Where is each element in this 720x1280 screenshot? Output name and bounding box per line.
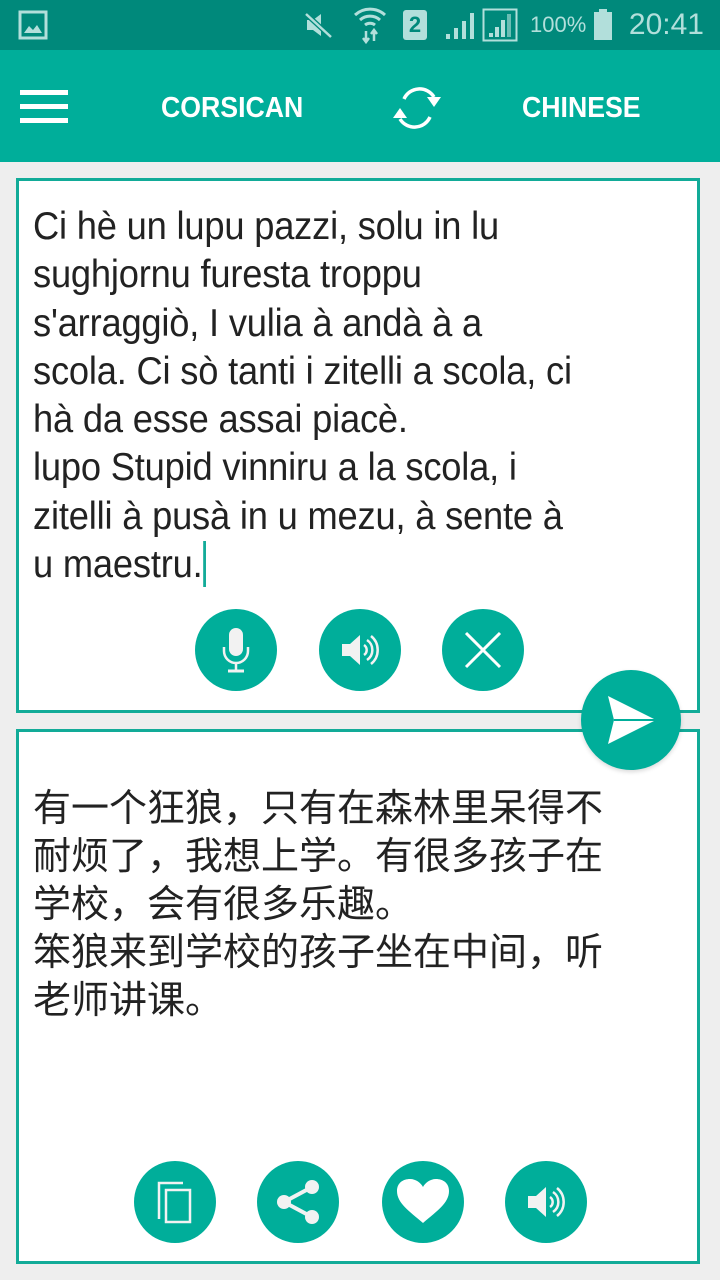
battery-icon (593, 0, 613, 50)
translate-button[interactable] (581, 670, 681, 770)
gallery-notification-icon (18, 0, 48, 50)
send-icon (608, 696, 656, 744)
microphone-icon (222, 628, 250, 673)
target-language-button[interactable]: CHINESE (522, 88, 641, 128)
status-bar: 2 100% 20:41 (0, 0, 720, 50)
close-icon (464, 631, 502, 669)
heart-icon (397, 1179, 449, 1223)
favorite-button[interactable] (382, 1161, 464, 1243)
signal-icon (444, 0, 478, 50)
speak-source-button[interactable] (319, 609, 401, 691)
clear-text-button[interactable] (442, 609, 524, 691)
sim-2-icon: 2 (403, 0, 427, 50)
source-text-input[interactable]: Ci hè un lupu pazzi, solu in lu sughjorn… (33, 203, 693, 589)
source-text-panel: Ci hè un lupu pazzi, solu in lu sughjorn… (16, 178, 700, 713)
swap-languages-button[interactable] (384, 77, 450, 137)
speaker-icon (342, 635, 379, 665)
wifi-data-icon (352, 0, 388, 50)
share-button[interactable] (257, 1161, 339, 1243)
source-language-button[interactable]: CORSICAN (161, 88, 303, 128)
copy-button[interactable] (134, 1161, 216, 1243)
signal-roaming-icon (482, 0, 518, 50)
translation-panel: 有一个狂狼，只有在森林里呆得不 耐烦了，我想上学。有很多孩子在 学校，会有很多乐… (16, 729, 700, 1264)
clock: 20:41 (628, 8, 704, 41)
translation-text: 有一个狂狼，只有在森林里呆得不 耐烦了，我想上学。有很多孩子在 学校，会有很多乐… (33, 786, 604, 1022)
speak-translation-button[interactable] (505, 1161, 587, 1243)
battery-percent: 100% (530, 12, 587, 37)
microphone-button[interactable] (195, 609, 277, 691)
hamburger-menu-icon[interactable] (20, 90, 68, 124)
swap-languages-icon (393, 87, 441, 129)
share-icon (277, 1180, 319, 1224)
copy-icon (157, 1181, 192, 1224)
mute-icon (303, 0, 335, 50)
toolbar: CORSICAN CHINESE (0, 50, 720, 162)
source-text: Ci hè un lupu pazzi, solu in lu sughjorn… (33, 205, 572, 587)
text-cursor (203, 541, 207, 588)
speaker-icon (528, 1187, 565, 1217)
